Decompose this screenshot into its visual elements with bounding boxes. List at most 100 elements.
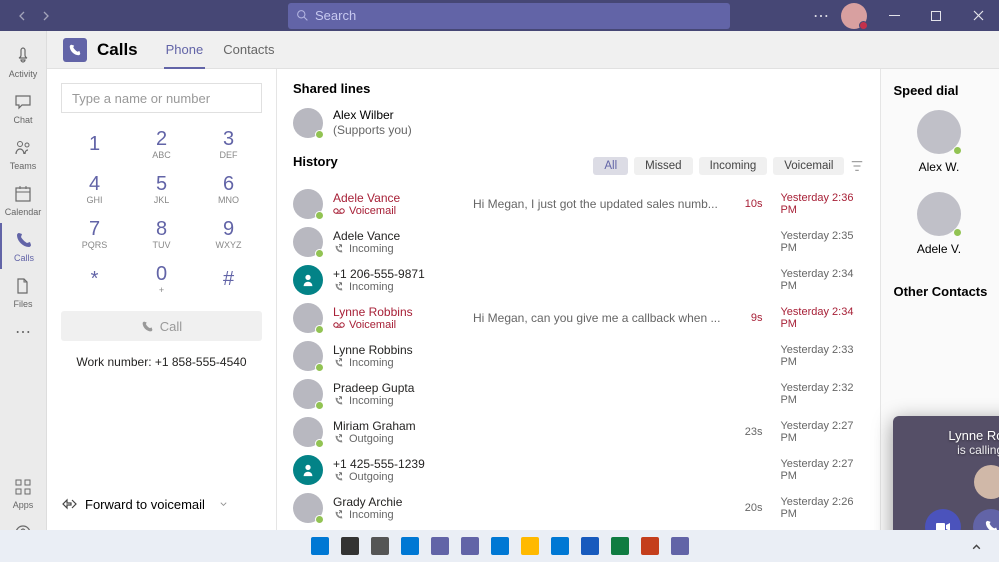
app-rail: ActivityChatTeamsCalendarCallsFiles ⋯ Ap… — [0, 31, 47, 562]
history-row[interactable]: Lynne RobbinsVoicemail Hi Megan, can you… — [293, 299, 864, 337]
taskbar-outlook[interactable] — [547, 533, 573, 559]
rail-calls[interactable]: Calls — [0, 223, 47, 269]
avatar — [293, 265, 323, 295]
history-time: Yesterday 2:27 PM — [772, 420, 864, 444]
chevron-down-icon — [219, 500, 228, 509]
rail-calendar[interactable]: Calendar — [0, 177, 47, 223]
more-button[interactable]: ⋯ — [813, 6, 829, 26]
user-avatar[interactable] — [841, 3, 867, 29]
history-time: Yesterday 2:34 PM — [772, 306, 864, 330]
widgets-icon — [401, 537, 419, 555]
taskbar-teams2[interactable] — [667, 533, 693, 559]
search-box[interactable] — [288, 3, 730, 29]
call-button[interactable]: Call — [61, 311, 262, 341]
excel-icon — [611, 537, 629, 555]
rail-apps[interactable]: Apps — [0, 470, 47, 516]
calls-header: Calls Phone Contacts — [47, 31, 999, 69]
tasks-icon — [371, 537, 389, 555]
taskbar-chat[interactable] — [427, 533, 453, 559]
avatar — [293, 227, 323, 257]
rail-more[interactable]: ⋯ — [0, 315, 47, 349]
taskbar-files[interactable] — [517, 533, 543, 559]
rail-chat[interactable]: Chat — [0, 85, 47, 131]
back-button[interactable] — [12, 6, 32, 26]
maximize-button[interactable] — [921, 2, 951, 30]
history-type: Incoming — [333, 243, 463, 255]
files-icon — [12, 275, 34, 297]
taskbar-search[interactable] — [337, 533, 363, 559]
history-duration: 10s — [730, 198, 762, 210]
history-row[interactable]: +1 425-555-1239Outgoing Yesterday 2:27 P… — [293, 451, 864, 489]
search-icon — [341, 537, 359, 555]
taskbar-start[interactable] — [307, 533, 333, 559]
filter-voicemail[interactable]: Voicemail — [773, 157, 844, 175]
dialkey-2[interactable]: 2ABC — [128, 121, 195, 166]
history-type: Voicemail — [333, 319, 463, 331]
dial-input[interactable]: Type a name or number — [61, 83, 262, 113]
speed-dial-item[interactable]: Lynne R. — [992, 110, 999, 174]
taskbar-excel[interactable] — [607, 533, 633, 559]
history-row[interactable]: Lynne RobbinsIncoming Yesterday 2:33 PM — [293, 337, 864, 375]
filter-all[interactable]: All — [593, 157, 628, 175]
history-name: +1 425-555-1239 — [333, 457, 463, 471]
files-icon — [521, 537, 539, 555]
taskbar-tasks[interactable] — [367, 533, 393, 559]
taskbar-widgets[interactable] — [397, 533, 423, 559]
tab-contacts[interactable]: Contacts — [213, 31, 284, 69]
edge-icon — [491, 537, 509, 555]
close-button[interactable] — [963, 2, 993, 30]
history-time: Yesterday 2:26 PM — [772, 496, 864, 520]
avatar — [293, 108, 323, 138]
history-row[interactable]: Pradeep GuptaIncoming Yesterday 2:32 PM — [293, 375, 864, 413]
dialkey-1[interactable]: 1 — [61, 121, 128, 166]
dialkey-9[interactable]: 9WXYZ — [195, 211, 262, 256]
speed-dial-title: Speed dial — [893, 83, 999, 98]
taskbar-teams[interactable] — [457, 533, 483, 559]
dialkey-0[interactable]: 0+ — [128, 256, 195, 301]
filter-missed[interactable]: Missed — [634, 157, 692, 175]
history-time: Yesterday 2:32 PM — [772, 382, 864, 406]
rail-files[interactable]: Files — [0, 269, 47, 315]
shared-line-item[interactable]: Alex Wilber (Supports you) — [293, 104, 864, 150]
dialkey-*[interactable]: * — [61, 256, 128, 301]
history-duration: 9s — [730, 312, 762, 324]
chat-icon — [12, 91, 34, 113]
history-row[interactable]: Grady ArchieIncoming 20s Yesterday 2:26 … — [293, 489, 864, 527]
dialkey-8[interactable]: 8TUV — [128, 211, 195, 256]
search-input[interactable] — [315, 8, 722, 23]
dialkey-#[interactable]: # — [195, 256, 262, 301]
avatar — [293, 455, 323, 485]
speed-dial-item[interactable]: Alex W. — [893, 110, 984, 174]
forward-voicemail[interactable]: Forward to voicemail — [61, 488, 262, 520]
dialkey-5[interactable]: 5JKL — [128, 166, 195, 211]
forward-button[interactable] — [36, 6, 56, 26]
dialkey-6[interactable]: 6MNO — [195, 166, 262, 211]
avatar — [293, 417, 323, 447]
dialkey-7[interactable]: 7PQRS — [61, 211, 128, 256]
tab-phone[interactable]: Phone — [156, 31, 214, 69]
other-contacts-title: Other Contacts — [893, 284, 999, 299]
rail-activity[interactable]: Activity — [0, 39, 47, 85]
avatar — [293, 189, 323, 219]
powerpoint-icon — [641, 537, 659, 555]
word-icon — [581, 537, 599, 555]
history-row[interactable]: Adele VanceVoicemail Hi Megan, I just go… — [293, 185, 864, 223]
avatar — [917, 110, 961, 154]
history-row[interactable]: Adele VanceIncoming Yesterday 2:35 PM — [293, 223, 864, 261]
taskbar-chevron[interactable] — [963, 533, 989, 559]
filter-icon[interactable] — [850, 159, 864, 173]
speed-dial-item[interactable]: Adele V. — [893, 192, 984, 256]
speed-dial-item[interactable]: Grady A. — [992, 192, 999, 256]
dialkey-4[interactable]: 4GHI — [61, 166, 128, 211]
history-type: Incoming — [333, 281, 463, 293]
taskbar-word[interactable] — [577, 533, 603, 559]
history-row[interactable]: Miriam GrahamOutgoing 23s Yesterday 2:27… — [293, 413, 864, 451]
minimize-button[interactable] — [879, 2, 909, 30]
filter-incoming[interactable]: Incoming — [699, 157, 768, 175]
taskbar-powerpoint[interactable] — [637, 533, 663, 559]
history-row[interactable]: +1 206-555-9871Incoming Yesterday 2:34 P… — [293, 261, 864, 299]
dialkey-3[interactable]: 3DEF — [195, 121, 262, 166]
rail-teams[interactable]: Teams — [0, 131, 47, 177]
history-type: Voicemail — [333, 205, 463, 217]
taskbar-edge[interactable] — [487, 533, 513, 559]
